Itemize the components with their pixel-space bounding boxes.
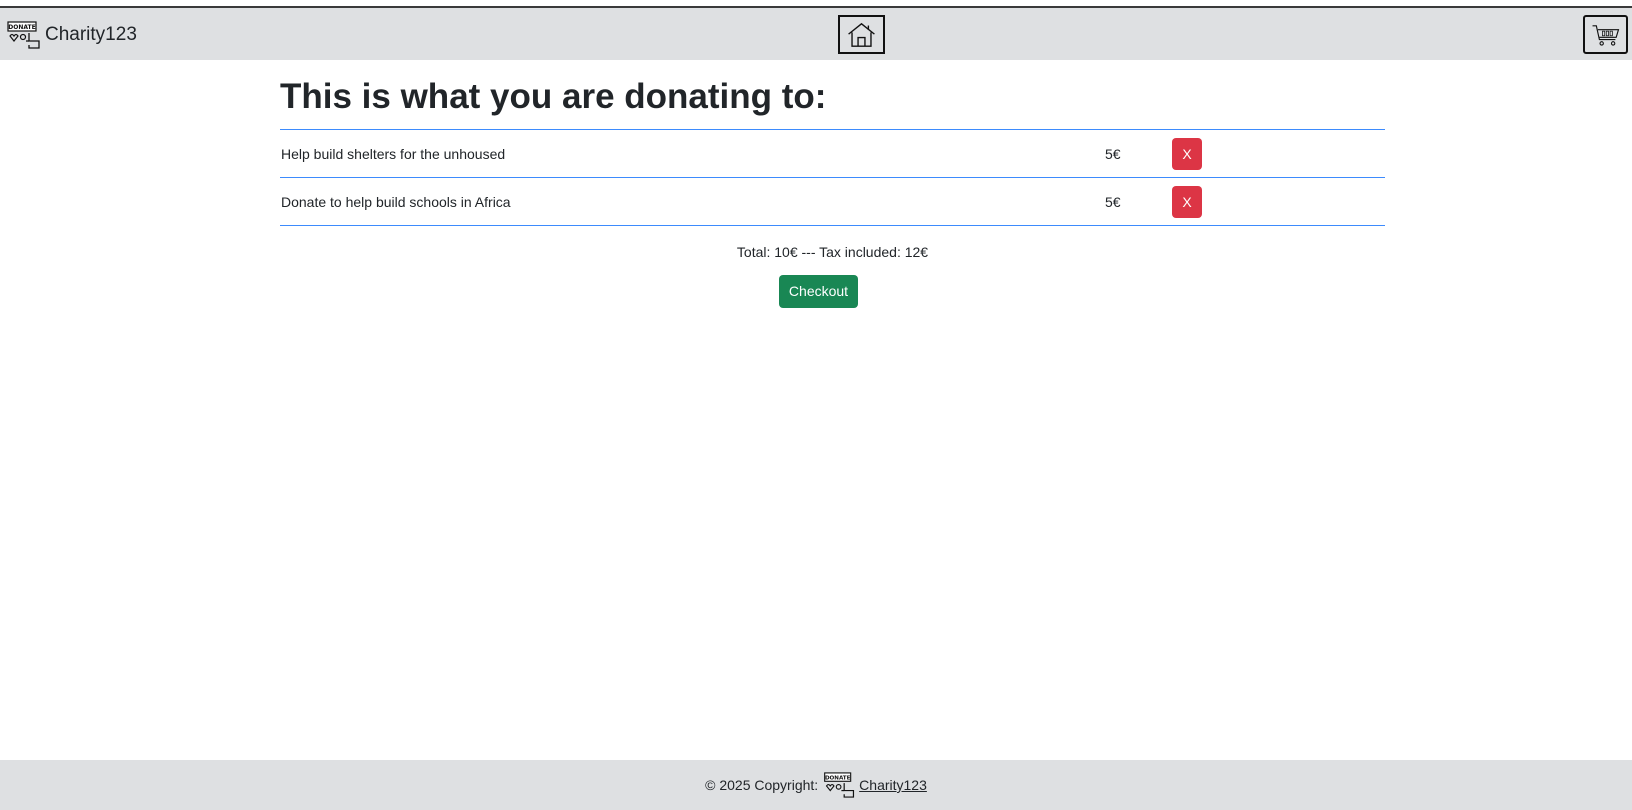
footer-brand-name: Charity123 — [859, 777, 927, 793]
footer-brand-link[interactable]: DONATE Charity123 — [823, 772, 927, 798]
cart-row: Donate to help build schools in Africa 5… — [280, 178, 1385, 226]
page-title: This is what you are donating to: — [280, 77, 827, 116]
cart-button[interactable] — [1583, 15, 1628, 54]
donate-logo-icon: DONATE — [824, 772, 855, 798]
item-price: 5€ — [1105, 146, 1121, 162]
home-icon — [848, 22, 875, 47]
donate-logo-icon: DONATE — [7, 21, 40, 49]
page: DONATE Charity123 This is what you are d… — [0, 0, 1632, 810]
cart-total-summary: Total: 10€ --- Tax included: 12€ — [736, 244, 929, 260]
brand-link[interactable]: DONATE Charity123 — [7, 20, 137, 50]
footer: © 2025 Copyright: DONATE Charity123 — [0, 760, 1632, 810]
cart-section: This is what you are donating to: Help b… — [280, 60, 1385, 308]
brand-name: Charity123 — [45, 24, 137, 45]
cart-row: Help build shelters for the unhoused 5€ … — [280, 130, 1385, 178]
navbar: DONATE Charity123 — [0, 6, 1632, 60]
shopping-cart-icon — [1592, 24, 1620, 46]
remove-item-button[interactable]: X — [1172, 186, 1202, 218]
item-name: Donate to help build schools in Africa — [281, 194, 511, 210]
svg-text:DONATE: DONATE — [825, 775, 851, 781]
copyright-text: © 2025 Copyright: — [705, 777, 819, 793]
cart-list: Help build shelters for the unhoused 5€ … — [280, 129, 1385, 226]
remove-item-button[interactable]: X — [1172, 138, 1202, 170]
item-name: Help build shelters for the unhoused — [281, 146, 506, 162]
checkout-button[interactable]: Checkout — [779, 275, 858, 308]
item-price: 5€ — [1105, 194, 1121, 210]
svg-text:DONATE: DONATE — [8, 24, 35, 31]
home-button[interactable] — [838, 15, 885, 54]
